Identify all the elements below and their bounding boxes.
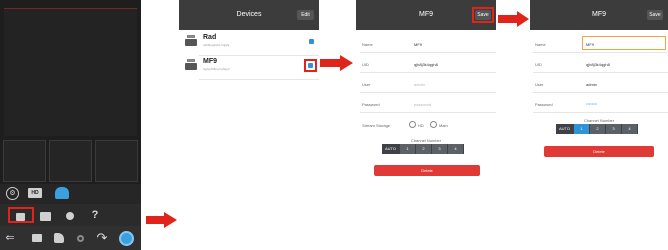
uid-field[interactable]: qjh8j3k4qgh8 [586,62,610,67]
mic-icon[interactable] [54,233,64,243]
divider [533,72,668,73]
device-name: MF9 [203,58,217,65]
channel-number-label: Channel Number [410,138,442,143]
toolbar-bottom: ⇐ ↷ [0,226,141,250]
channel-auto[interactable]: AUTO [556,124,574,134]
live-view-screen: ⚙ HD ? ⇐ ↷ [0,0,141,250]
divider [533,112,668,113]
channel-number-label: Channel Number [583,118,615,123]
folder-icon[interactable] [40,212,51,221]
dvr-icon [185,63,197,70]
arrow-head-icon [164,212,177,228]
toolbar-top: ⚙ HD [0,184,141,204]
wifi-icon[interactable] [55,187,69,199]
channel-1[interactable]: 1 [400,144,416,154]
name-field[interactable]: MF9 [586,42,594,47]
camera-icon[interactable] [32,234,42,242]
channel-3[interactable]: 3 [606,124,622,134]
arrow-head-icon [340,55,353,71]
name-field[interactable]: MF9 [414,42,422,47]
help-icon[interactable]: ? [90,208,100,222]
uid-label: UID [535,62,542,67]
name-label: Name [535,42,546,47]
devices-screen: Devices Edit Rad q3h8pqj3qhq hqjqhj MF9 … [179,0,319,250]
dvr-icon [185,39,197,46]
device-row[interactable]: MF9 hqjhq3h8pq hqhqp3 [179,55,319,79]
name-field-focused[interactable] [582,36,666,50]
video-tile[interactable] [3,140,46,182]
info-icon[interactable] [309,39,314,44]
edit-button[interactable]: Edit [297,10,314,20]
device-list-icon[interactable] [16,213,25,221]
toolbar-middle: ? [0,204,141,226]
delete-button[interactable]: Delete [374,165,480,176]
video-tile[interactable] [49,140,92,182]
channel-2[interactable]: 2 [416,144,432,154]
password-field[interactable]: password [414,102,431,107]
radio-main[interactable] [430,121,437,128]
back-icon[interactable]: ⇐ [3,231,17,245]
divider [360,52,496,53]
gear-icon[interactable] [66,212,74,220]
talk-icon[interactable] [77,235,84,242]
record-icon[interactable]: ↷ [96,231,108,245]
device-info: hqjhq3h8pq hqhqp3 [203,67,230,71]
channel-3[interactable]: 3 [432,144,448,154]
hd-badge[interactable]: HD [28,188,42,198]
arrow-icon [320,59,340,67]
stream-storage-label: Stream Storage [362,123,391,128]
password-field[interactable]: •••••••• [586,101,597,106]
settings-icon[interactable]: ⚙ [6,187,19,200]
user-field[interactable]: admin [586,82,597,87]
arrow-head-icon [517,11,529,27]
device-row[interactable]: Rad q3h8pqj3qhq hqjqhj [179,31,319,55]
channel-4[interactable]: 4 [622,124,638,134]
password-label: Password [535,102,553,107]
channel-1[interactable]: 1 [574,124,590,134]
radio-hd[interactable] [409,121,416,128]
save-button[interactable]: Save [647,10,663,20]
device-name: Rad [203,34,217,41]
channel-2[interactable]: 2 [590,124,606,134]
edit-device-screen-filled: MF9 Save Name MF9 UID qjh8j3k4qgh8 User … [530,0,668,250]
channel-auto[interactable]: AUTO [382,144,400,154]
device-info: q3h8pqj3qhq hqjqhj [203,43,230,47]
arrow-icon [146,216,164,224]
save-button[interactable]: Save [475,10,491,20]
password-label: Password [362,102,380,107]
uid-field[interactable]: qjh8j3k4qgh8 [414,62,438,67]
divider [533,52,668,53]
dvr-icon-top [187,59,195,62]
divider [360,72,496,73]
video-tile[interactable] [95,140,138,182]
dial-icon[interactable] [119,231,134,246]
radio-hd-label: HD [418,123,424,128]
uid-label: UID [362,62,369,67]
info-icon[interactable] [308,63,313,68]
delete-button[interactable]: Delete [544,146,654,157]
user-field[interactable]: admin [414,82,425,87]
divider [360,112,496,113]
name-label: Name [362,42,373,47]
dvr-icon-top [187,35,195,38]
edit-device-screen: MF9 Save Name MF9 UID qjh8j3k4qgh8 User … [356,0,496,250]
arrow-icon [498,15,518,23]
main-video-view[interactable] [4,8,137,136]
divider [199,79,319,80]
divider [360,92,496,93]
radio-main-label: Main [439,123,448,128]
user-label: User [362,82,371,87]
divider [533,92,668,93]
channel-4[interactable]: 4 [448,144,464,154]
user-label: User [535,82,544,87]
